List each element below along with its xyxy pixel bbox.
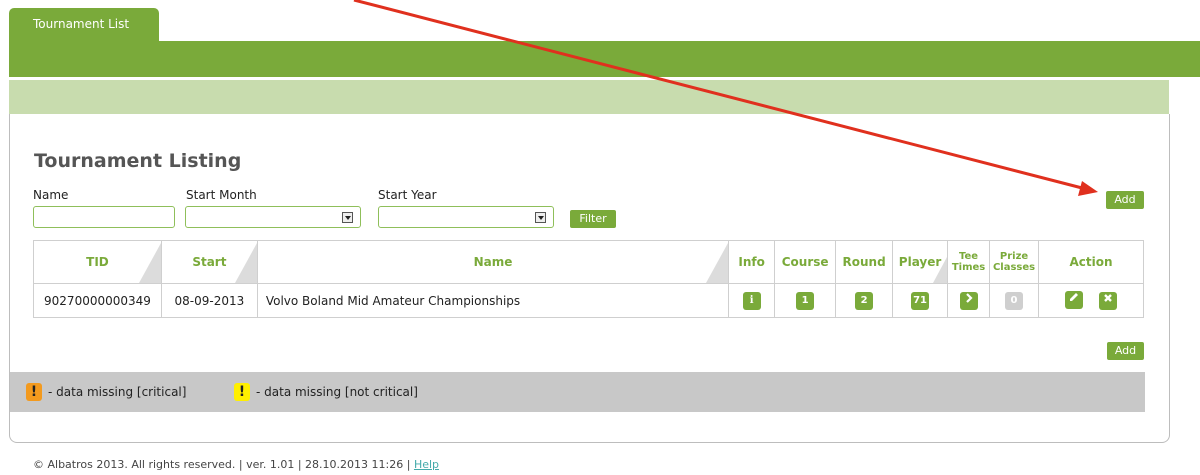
annotation-arrow-icon [353, 0, 1098, 196]
